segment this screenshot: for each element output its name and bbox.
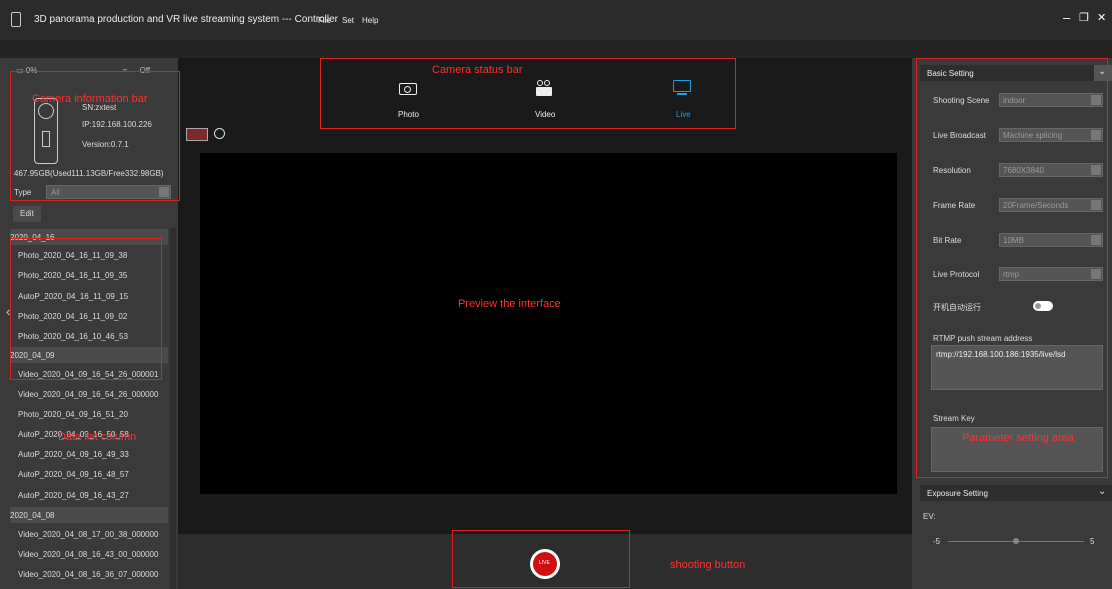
list-item[interactable]: Video_2020_04_08_17_00_38_000000 [18, 530, 158, 539]
ev-min: -5 [933, 537, 941, 546]
file-list-scrollbar[interactable] [170, 228, 176, 589]
preview-area[interactable] [200, 153, 897, 494]
list-item[interactable]: Video_2020_04_08_16_36_07_000000 [18, 570, 158, 579]
list-item[interactable]: Video_2020_04_09_16_54_26_000000 [18, 390, 158, 399]
globe-icon[interactable] [214, 128, 225, 139]
group-date: 2020_04_08 [10, 511, 55, 520]
annotation-data-list: Data list column [58, 431, 137, 443]
edit-button-label: Edit [20, 209, 34, 218]
annotation-box-camera-status [320, 58, 736, 129]
annotation-shooting: shooting button [670, 559, 746, 571]
annotation-box-data-list [10, 238, 162, 380]
menu-file[interactable]: File [318, 16, 331, 25]
edit-button[interactable]: Edit [13, 206, 41, 222]
ev-max: 5 [1090, 537, 1095, 546]
list-item[interactable]: AutoP_2020_04_09_16_43_27 [18, 491, 129, 500]
window-title: 3D panorama production and VR live strea… [34, 14, 339, 25]
annotation-box-param [916, 58, 1108, 478]
flat-view-icon[interactable] [186, 128, 208, 141]
exposure-setting-title: Exposure Setting [927, 489, 988, 498]
annotation-preview: Preview the interface [458, 298, 561, 310]
annotation-box-shooting [452, 530, 630, 588]
annotation-camera-info: Camera information bar [32, 93, 148, 105]
annotation-param: Parameter setting area [962, 432, 1074, 444]
restore-icon[interactable]: ❐ [1079, 11, 1089, 24]
annotation-box-camera-info [10, 71, 180, 201]
menu-help[interactable]: Help [362, 16, 378, 25]
list-item[interactable]: AutoP_2020_04_09_16_48_57 [18, 470, 129, 479]
title-bar: 3D panorama production and VR live strea… [0, 0, 1112, 40]
list-item[interactable]: AutoP_2020_04_09_16_49_33 [18, 450, 129, 459]
menu-set[interactable]: Set [342, 16, 354, 25]
list-item[interactable]: Video_2020_04_08_16_43_00_000000 [18, 550, 158, 559]
toolbar-strip [0, 40, 1112, 58]
exposure-setting-header[interactable]: Exposure Setting ⌄ [920, 485, 1112, 501]
chevron-down-icon[interactable]: ⌄ [1098, 486, 1106, 497]
close-icon[interactable]: ✕ [1097, 11, 1106, 24]
ev-label: EV: [923, 512, 936, 521]
list-item[interactable]: Photo_2020_04_09_16_51_20 [18, 410, 128, 419]
app-icon [11, 12, 21, 27]
ev-slider-thumb[interactable] [1013, 538, 1019, 544]
annotation-camera-status: Camera status bar [432, 64, 523, 76]
minimize-icon[interactable]: – [1063, 10, 1070, 25]
